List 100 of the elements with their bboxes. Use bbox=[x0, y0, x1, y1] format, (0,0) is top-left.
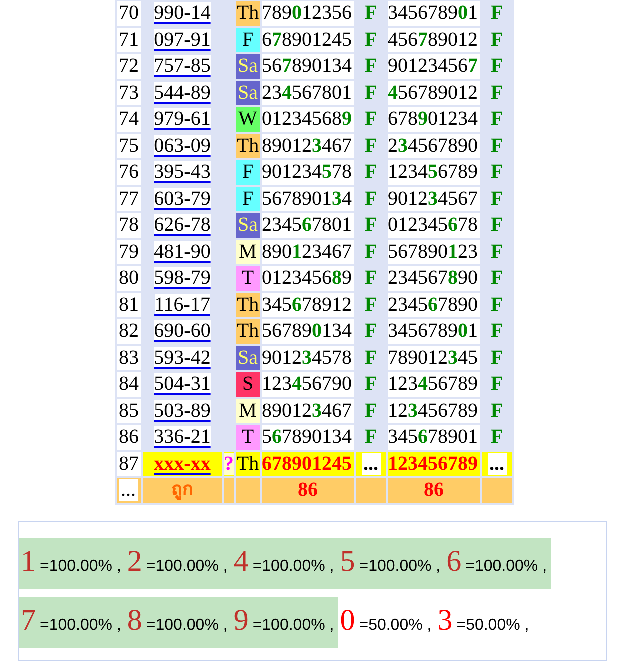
row-number: 86 bbox=[117, 425, 141, 450]
percent-text: =100.00% , bbox=[146, 558, 228, 574]
digit-label: 0 bbox=[340, 604, 356, 636]
digits-cell: 678901245 bbox=[262, 28, 354, 52]
digits-cell: 234567801 bbox=[262, 80, 354, 105]
row-number: 77 bbox=[117, 186, 141, 211]
digits-cell: 234567801 bbox=[262, 213, 354, 238]
digits-cell: 234567890 bbox=[388, 292, 480, 317]
day-cell: F bbox=[236, 28, 260, 52]
day-cell: T bbox=[236, 266, 260, 290]
code-link[interactable]: 603-79 bbox=[154, 188, 211, 210]
percent-text: =100.00% , bbox=[466, 558, 548, 574]
digits-cell: 345678912 bbox=[262, 292, 354, 317]
question-mark: ? bbox=[224, 452, 234, 475]
digits-cell: 456789012 bbox=[388, 80, 480, 105]
digits-cell: 789012345 bbox=[388, 346, 480, 370]
ellipsis-mark: ... bbox=[488, 452, 506, 475]
day-cell: Th bbox=[236, 319, 260, 344]
digits-cell: 123456789 bbox=[388, 398, 480, 423]
day-cell: F bbox=[236, 186, 260, 211]
digits-cell: 345678901 bbox=[388, 1, 480, 26]
digit-label: 9 bbox=[234, 604, 249, 636]
row-number: 73 bbox=[117, 80, 141, 105]
digits-cell: 123456789 bbox=[388, 160, 480, 184]
digit-label: 6 bbox=[446, 544, 462, 578]
row-number: 81 bbox=[117, 292, 141, 317]
digits-cell: 345678901 bbox=[388, 319, 480, 344]
correct-count: 86 bbox=[388, 478, 480, 502]
code-link[interactable]: 979-61 bbox=[154, 108, 211, 130]
digit-label: 4 bbox=[234, 544, 249, 578]
digits-cell: 567890134 bbox=[262, 54, 354, 78]
code-link[interactable]: 990-14 bbox=[154, 2, 211, 24]
code-link[interactable]: 757-85 bbox=[154, 55, 211, 78]
digits-cell: 345678901 bbox=[388, 425, 480, 450]
percent-text: =100.00% , bbox=[40, 616, 122, 634]
day-cell: Sa bbox=[236, 80, 260, 105]
row-number: 84 bbox=[117, 372, 141, 396]
percent-text: =50.00% , bbox=[359, 616, 432, 634]
digits-cell: 890123467 bbox=[262, 134, 354, 158]
code-link[interactable]: 116-17 bbox=[154, 294, 210, 316]
row-number: 72 bbox=[117, 54, 141, 78]
code-link[interactable]: 504-31 bbox=[154, 373, 211, 396]
digits-cell: 123456789 bbox=[388, 452, 480, 476]
row-number: 79 bbox=[117, 240, 141, 264]
digits-cell: 890123467 bbox=[262, 240, 354, 264]
row-number: 70 bbox=[117, 1, 141, 26]
percent-text: =50.00% , bbox=[456, 616, 530, 634]
digits-cell: 901234578 bbox=[262, 160, 354, 184]
day-cell: Th bbox=[236, 134, 260, 158]
row-number: 76 bbox=[117, 160, 141, 184]
row-number: 83 bbox=[117, 346, 141, 370]
digit-label: 5 bbox=[340, 544, 356, 578]
day-cell: M bbox=[236, 398, 260, 423]
percent-text: =100.00% , bbox=[40, 558, 122, 574]
digits-cell: 567890134 bbox=[262, 319, 354, 344]
code-link[interactable]: 598-79 bbox=[154, 267, 211, 290]
row-number: 87 bbox=[117, 452, 141, 476]
day-cell: Th bbox=[236, 1, 260, 26]
day-cell: Th bbox=[236, 452, 260, 476]
code-link[interactable]: 336-21 bbox=[154, 426, 211, 448]
digit-label: 8 bbox=[127, 604, 142, 636]
digit-label: 1 bbox=[21, 544, 36, 578]
percent-text: =100.00% , bbox=[252, 616, 334, 634]
code-link[interactable]: 097-91 bbox=[154, 28, 211, 51]
day-cell: S bbox=[236, 372, 260, 396]
code-link[interactable]: 503-89 bbox=[154, 400, 211, 422]
summary-label: ถูก bbox=[143, 478, 222, 502]
day-cell: F bbox=[236, 160, 260, 184]
correct-count: 86 bbox=[262, 478, 354, 502]
code-link[interactable]: 593-42 bbox=[154, 346, 211, 369]
code-link[interactable]: 626-78 bbox=[154, 214, 211, 236]
percent-text: =100.00% , bbox=[359, 558, 441, 574]
row-number: 75 bbox=[117, 134, 141, 158]
digits-cell: 678901234 bbox=[388, 107, 480, 132]
row-number: 78 bbox=[117, 213, 141, 238]
row-number: 71 bbox=[117, 28, 141, 52]
code-link[interactable]: 395-43 bbox=[154, 161, 211, 184]
row-number: 74 bbox=[117, 107, 141, 132]
day-cell: Sa bbox=[236, 346, 260, 370]
digits-cell: 012345678 bbox=[388, 213, 480, 238]
row-number: 80 bbox=[117, 266, 141, 290]
digits-cell: 901234567 bbox=[388, 186, 480, 211]
digits-cell: 890123467 bbox=[262, 398, 354, 423]
code-link[interactable]: 544-89 bbox=[154, 82, 211, 104]
digit-label: 2 bbox=[127, 544, 142, 578]
day-cell: M bbox=[236, 240, 260, 264]
code-link[interactable]: 690-60 bbox=[154, 320, 211, 342]
percent-text: =100.00% , bbox=[146, 616, 228, 634]
code-link[interactable]: 063-09 bbox=[154, 134, 211, 157]
digits-cell: 234567890 bbox=[388, 266, 480, 290]
digits-cell: 678901245 bbox=[262, 452, 354, 476]
digits-cell: 567890134 bbox=[262, 425, 354, 450]
code-link[interactable]: 481-90 bbox=[154, 240, 211, 263]
digits-cell: 123456790 bbox=[262, 372, 354, 396]
digits-cell: 234567890 bbox=[388, 134, 480, 158]
digit-label: 7 bbox=[21, 604, 36, 636]
digits-cell: 789012356 bbox=[262, 1, 354, 26]
digit-label: 3 bbox=[438, 604, 453, 636]
ellipsis-mark: ... bbox=[119, 479, 138, 502]
day-cell: Sa bbox=[236, 54, 260, 78]
